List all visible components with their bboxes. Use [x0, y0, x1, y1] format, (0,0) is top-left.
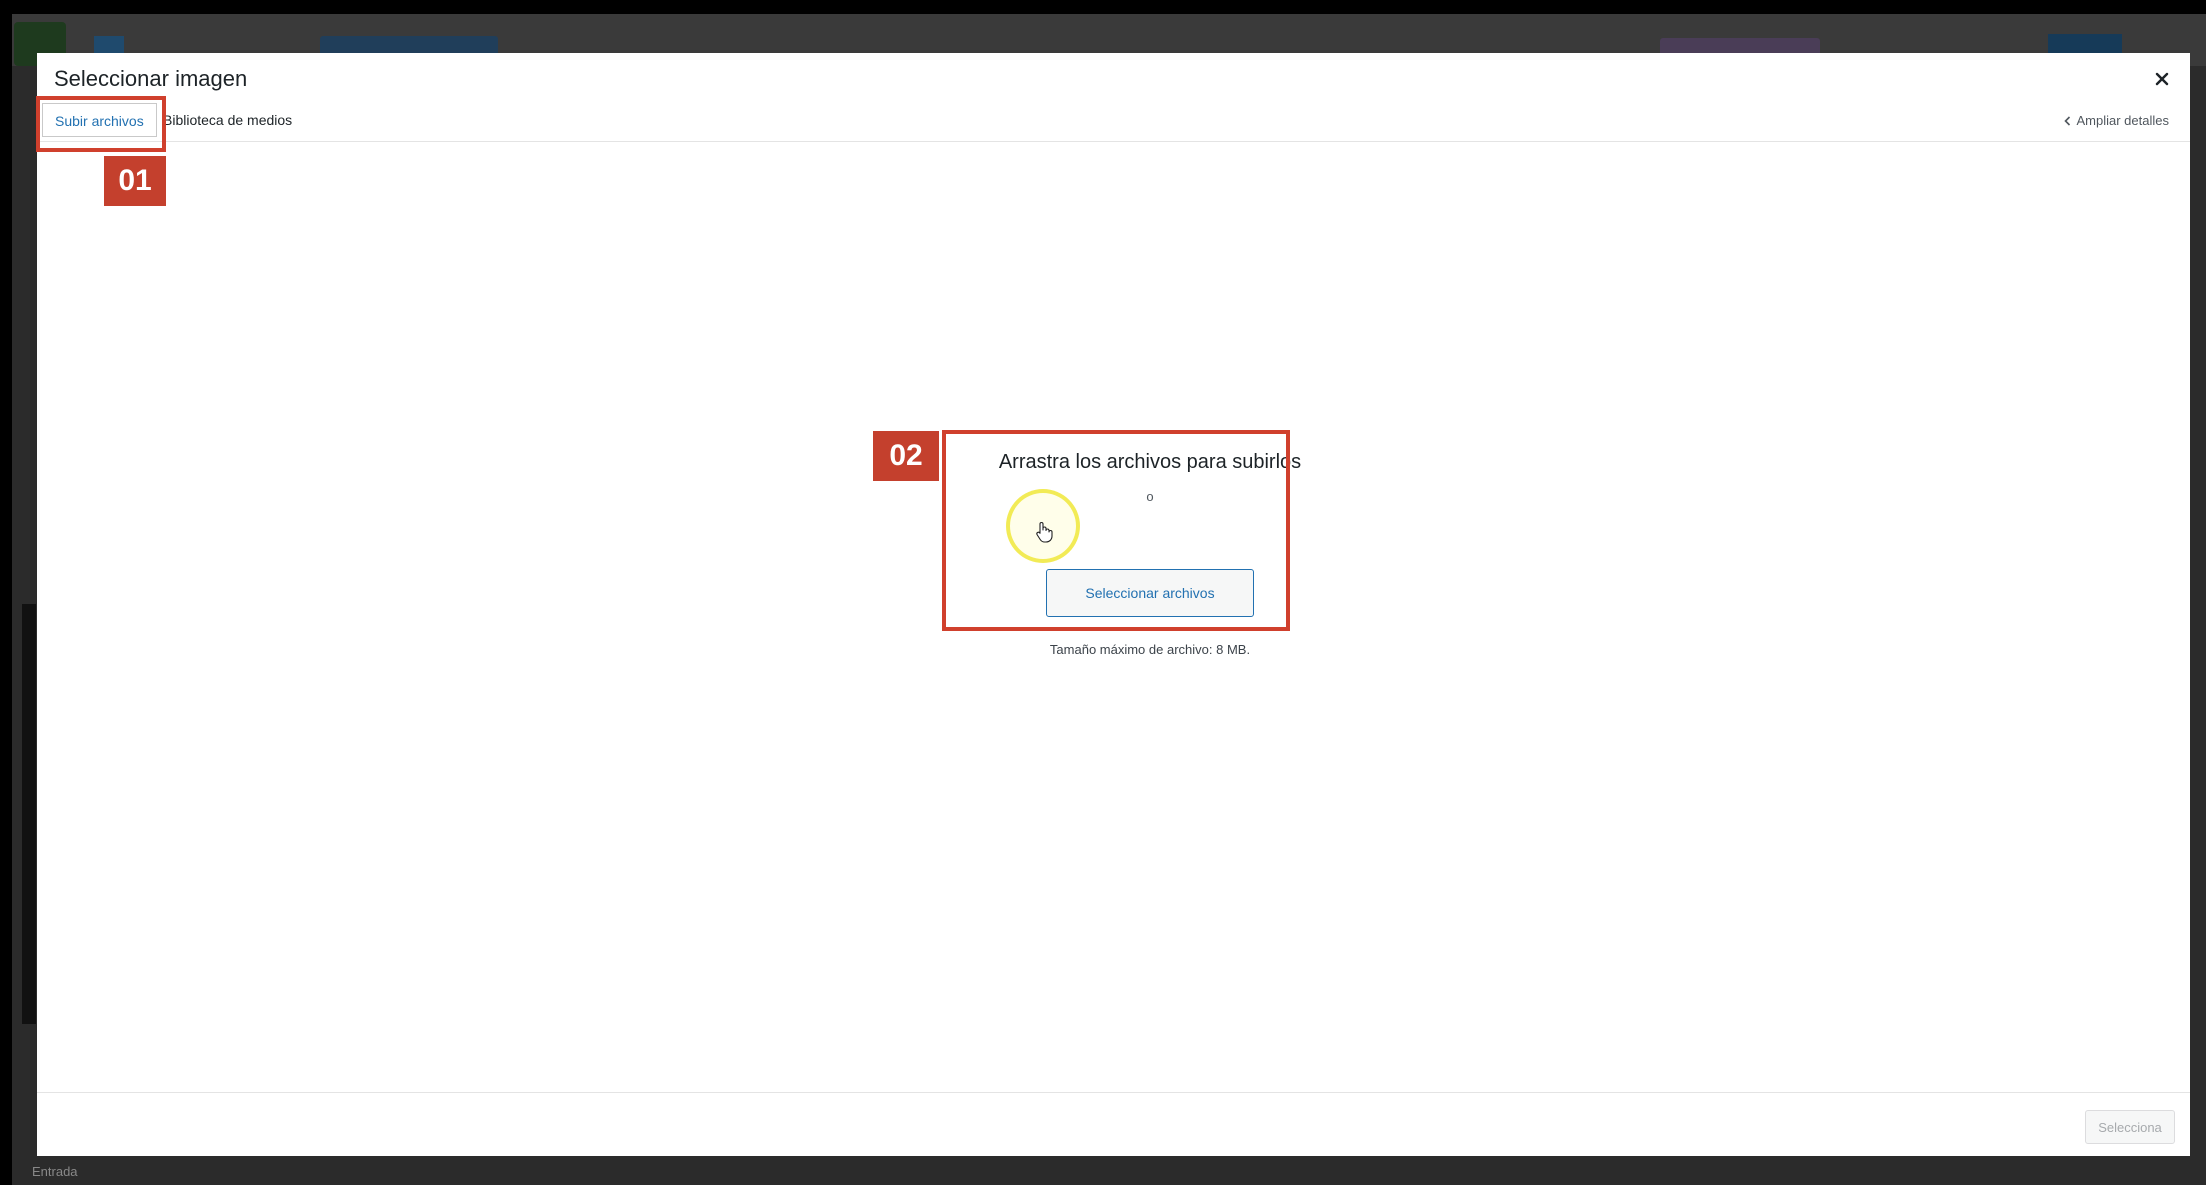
footer-breadcrumb: Entrada — [32, 1164, 78, 1179]
annotation-box-02 — [942, 430, 1290, 631]
annotation-badge-01: 01 — [104, 156, 166, 206]
screen: Entrada Seleccionar imagen Subir archivo… — [0, 0, 2206, 1185]
close-icon — [2155, 72, 2169, 86]
expand-details-link[interactable]: Ampliar detalles — [2063, 113, 2170, 129]
toolbar-divider — [37, 1092, 2190, 1093]
tab-media-library[interactable]: Biblioteca de medios — [163, 103, 292, 137]
tab-divider — [37, 141, 2190, 142]
annotation-badge-02: 02 — [873, 431, 939, 481]
close-button[interactable] — [2148, 65, 2176, 93]
editor-sidebar-strip — [22, 604, 36, 1024]
chevron-left-icon — [2063, 114, 2071, 129]
annotation-box-01 — [36, 96, 166, 152]
max-upload-size: Tamaño máximo de archivo: 8 MB. — [1049, 642, 1251, 657]
modal-title: Seleccionar imagen — [54, 66, 248, 91]
select-button[interactable]: Selecciona — [2085, 1110, 2175, 1144]
expand-details-label: Ampliar detalles — [2076, 113, 2170, 128]
hand-cursor-icon — [1035, 521, 1053, 548]
